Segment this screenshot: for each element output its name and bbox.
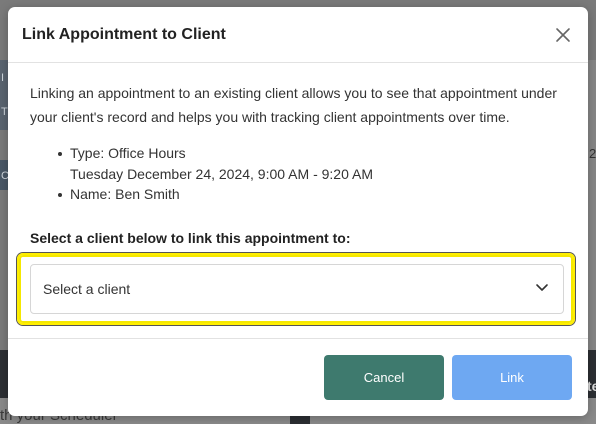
background-text: I: [1, 72, 5, 84]
background-text: te: [587, 378, 596, 394]
detail-name: Name: Ben Smith: [58, 184, 566, 205]
close-icon[interactable]: [552, 24, 574, 46]
background-text: T: [1, 106, 8, 118]
link-button[interactable]: Link: [452, 355, 572, 400]
select-client-label: Select a client below to link this appoi…: [30, 229, 351, 246]
chevron-down-icon: [535, 280, 549, 299]
modal-footer: Cancel Link: [8, 338, 588, 416]
cancel-button[interactable]: Cancel: [324, 355, 444, 400]
modal-body: Linking an appointment to an existing cl…: [8, 63, 588, 246]
background-text: 2: [589, 146, 596, 161]
modal-title: Link Appointment to Client: [22, 25, 226, 43]
modal-header: Link Appointment to Client: [8, 7, 588, 63]
client-select[interactable]: Select a client: [30, 264, 564, 314]
detail-type: Type: Office Hours: [58, 143, 566, 164]
client-select-value: Select a client: [43, 281, 131, 297]
detail-datetime: Tuesday December 24, 2024, 9:00 AM - 9:2…: [70, 165, 373, 182]
intro-text: Linking an appointment to an existing cl…: [30, 85, 557, 125]
link-appointment-modal: Link Appointment to Client Linking an ap…: [8, 7, 588, 416]
appointment-details: Type: Office Hours Tuesday December 24, …: [58, 143, 566, 205]
